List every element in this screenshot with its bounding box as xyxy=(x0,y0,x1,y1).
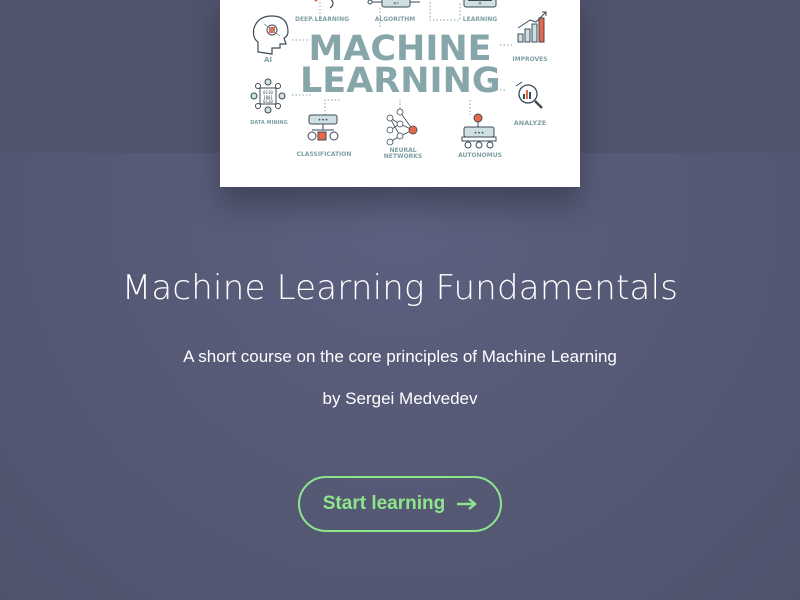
cover-label-analyze: ANALYZE xyxy=(513,119,547,127)
start-learning-button[interactable]: Start learning xyxy=(298,476,502,532)
analyze-magnifier-icon xyxy=(515,81,543,109)
ai-head-icon xyxy=(252,15,289,55)
course-subtitle: A short course on the core principles of… xyxy=(183,347,617,366)
course-author: by Sergei Medvedev xyxy=(322,389,478,408)
course-cover-image: «‹ » 0110 1001 0110 ••• ••• MACHINE LEAR… xyxy=(220,0,580,187)
svg-text:»: » xyxy=(478,0,482,7)
svg-text:«‹: «‹ xyxy=(393,0,399,7)
cover-label-autonomus: AUTONOMUS xyxy=(458,152,502,159)
cover-label-ai: AI xyxy=(263,56,273,64)
cover-label-improves: IMPROVES xyxy=(512,56,548,63)
data-mining-icon: 0110 1001 0110 xyxy=(250,78,286,114)
svg-text:0110: 0110 xyxy=(263,99,273,104)
svg-text:•••: ••• xyxy=(318,117,329,124)
learning-icon: » xyxy=(463,0,497,8)
svg-text:•••: ••• xyxy=(474,130,485,137)
hero-background xyxy=(0,153,800,600)
cover-label-algorithm: ALGORITHM xyxy=(374,16,416,23)
improves-chart-icon xyxy=(517,11,547,43)
neural-network-icon xyxy=(386,108,418,146)
cover-label-networks: NETWORKS xyxy=(383,153,423,160)
course-title: Machine Learning Fundamentals xyxy=(121,268,679,308)
start-learning-label: Start learning xyxy=(322,493,446,514)
cover-label-classification: CLASSIFICATION xyxy=(296,151,352,158)
autonomous-robot-icon: ••• xyxy=(461,113,497,149)
algorithm-icon: «‹ xyxy=(367,0,420,8)
arrow-right-icon xyxy=(457,498,478,510)
cover-heading-learning: LEARNING xyxy=(300,61,501,101)
cover-label-data-mining: DATA MINING xyxy=(250,120,288,126)
cover-label-deep-learning: DEEP LEARNING xyxy=(294,16,350,23)
classification-icon: ••• xyxy=(307,114,339,141)
cover-label-learning: LEARNING xyxy=(462,16,498,23)
